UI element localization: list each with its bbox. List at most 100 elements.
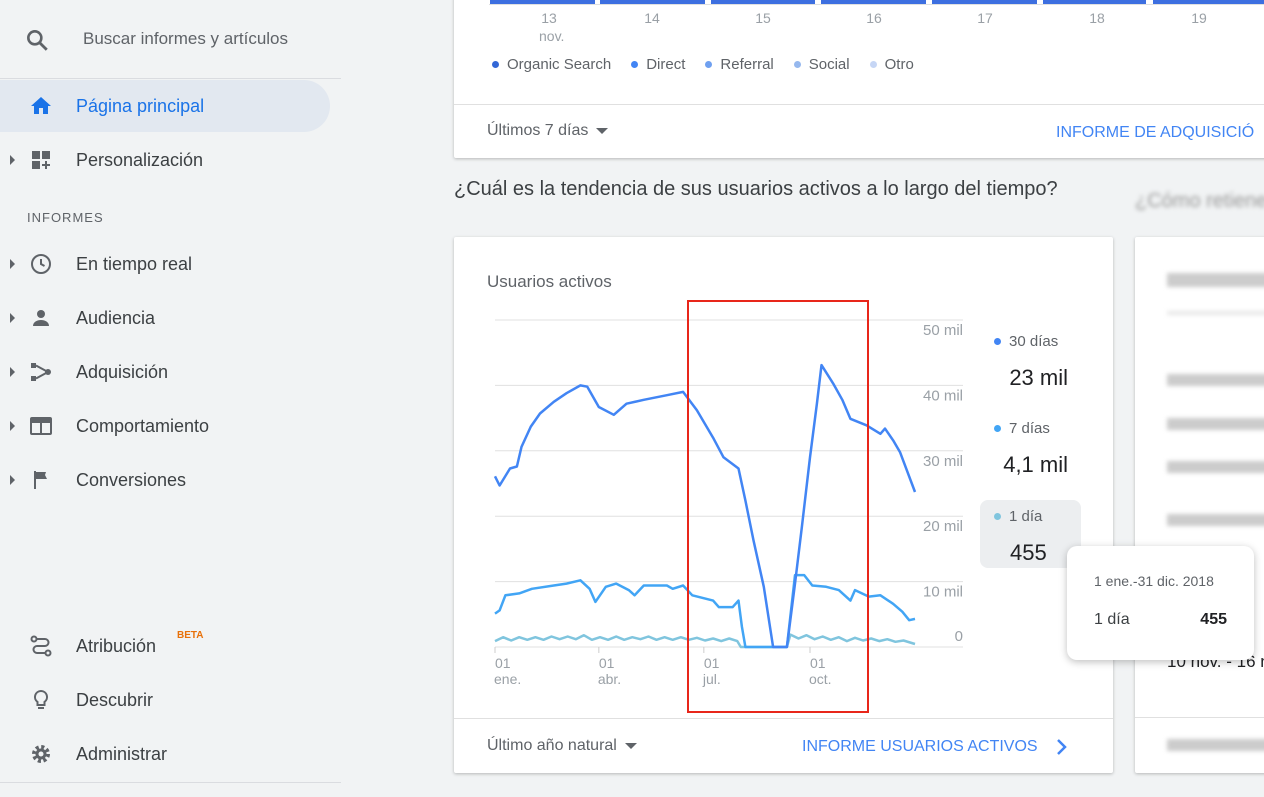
summary-30-days[interactable]: 30 días 23 mil — [980, 327, 1080, 397]
person-icon — [33, 310, 49, 326]
legend-dot — [994, 513, 1001, 520]
blurred-row — [1167, 311, 1264, 315]
legend-dot — [492, 61, 499, 68]
blurred-title — [1167, 273, 1264, 287]
chevron-right-icon — [1056, 739, 1067, 755]
date-range-label: Últimos 7 días — [487, 122, 589, 139]
highlight-rectangle — [687, 300, 869, 713]
legend-label: Social — [808, 56, 850, 73]
summary-value: 23 mil — [1009, 365, 1068, 390]
legend-dot — [869, 61, 877, 68]
sidebar-item-label: Administrar — [76, 743, 168, 764]
legend-label: Direct — [646, 56, 686, 73]
behavior-icon — [30, 417, 52, 435]
tooltip-label: 1 día — [1094, 611, 1130, 628]
y-tick-label: 10 mil — [923, 584, 963, 601]
legend-item[interactable]: Direct — [631, 56, 685, 73]
search-icon — [27, 30, 48, 51]
legend-item[interactable]: Otro — [869, 56, 914, 73]
sidebar-item-conversions[interactable]: Conversiones — [0, 454, 330, 506]
summary-value: 4,1 mil — [1003, 452, 1068, 477]
sidebar-item-behavior[interactable]: Comportamiento — [0, 400, 330, 452]
stacked-bar[interactable] — [1043, 0, 1146, 4]
expand-caret-icon — [10, 155, 15, 165]
stacked-bar[interactable] — [821, 0, 926, 4]
legend-item[interactable]: Referral — [705, 56, 774, 73]
legend-dot — [631, 61, 639, 68]
y-tick-label: 50 mil — [923, 322, 963, 339]
legend-dot — [994, 425, 1001, 432]
sidebar-item-audience[interactable]: Audiencia — [0, 292, 330, 344]
x-tick-month: ene. — [494, 671, 521, 687]
x-axis-month: nov. — [539, 28, 565, 44]
home-icon — [31, 97, 51, 114]
acquisition-icon — [31, 363, 51, 381]
date-range-dropdown[interactable]: Último año natural — [487, 737, 637, 755]
blurred-row — [1167, 374, 1264, 386]
expand-caret-icon — [10, 313, 15, 323]
blurred-row — [1167, 514, 1264, 526]
sidebar-item-attribution[interactable]: Atribución BETA — [0, 620, 330, 672]
legend-label: Otro — [884, 56, 914, 73]
dropdown-arrow-icon — [596, 128, 609, 134]
legend-label: Referral — [720, 56, 774, 73]
acquisition-card: nov. Organic Search Direct Referral Social O… — [454, 0, 1264, 158]
active-users-report-link[interactable]: INFORME USUARIOS ACTIVOS — [802, 738, 1068, 756]
sidebar-item-admin[interactable]: Administrar — [0, 728, 330, 780]
stacked-bar[interactable] — [490, 0, 595, 4]
x-tick-label: 16 — [866, 10, 882, 26]
date-range-dropdown[interactable]: Últimos 7 días — [487, 122, 609, 140]
legend-item[interactable]: Social — [793, 56, 850, 73]
sidebar-item-label: Audiencia — [76, 307, 156, 328]
gear-icon — [32, 745, 50, 763]
dashboard-plus-icon — [32, 151, 50, 169]
stacked-bar[interactable] — [600, 0, 705, 4]
legend-dot — [705, 61, 713, 68]
sidebar-item-label: En tiempo real — [76, 253, 193, 274]
beta-badge: BETA — [177, 630, 204, 641]
date-range-label: Último año natural — [487, 737, 617, 754]
legend-dot — [793, 61, 801, 68]
sidebar-item-discover[interactable]: Descubrir — [0, 674, 330, 726]
summary-label: 7 días — [1009, 420, 1050, 437]
sidebar-item-label: Descubrir — [76, 689, 154, 710]
summary-7-days[interactable]: 7 días 4,1 mil — [980, 414, 1080, 484]
lightbulb-icon — [33, 689, 49, 709]
sidebar-item-realtime[interactable]: En tiempo real — [0, 238, 330, 290]
clock-icon — [31, 254, 51, 274]
x-tick-month: abr. — [598, 671, 621, 687]
retention-card: 10 nov. - 16 n — [1135, 237, 1264, 773]
acquisition-report-link[interactable]: INFORME DE ADQUISICIÓ — [1056, 124, 1254, 142]
section-heading: ¿Cuál es la tendencia de sus usuarios ac… — [454, 178, 1058, 200]
stacked-bar[interactable] — [932, 0, 1037, 4]
x-tick-label: 14 — [644, 10, 660, 26]
search-input[interactable]: Buscar informes y artículos — [83, 29, 288, 49]
stacked-bar[interactable] — [1153, 0, 1264, 4]
tooltip-date: 1 ene.-31 dic. 2018 — [1094, 573, 1214, 589]
sidebar-item-acquisition[interactable]: Adquisición — [0, 346, 330, 398]
sidebar-item-customization[interactable]: Personalización — [0, 134, 330, 186]
section-header: INFORMES — [27, 210, 104, 225]
sidebar-item-label: Comportamiento — [76, 415, 210, 436]
search-bar[interactable]: Buscar informes y artículos — [0, 14, 341, 64]
sidebar-item-label: Página principal — [76, 95, 205, 116]
chart-tooltip: 1 ene.-31 dic. 2018 1 día 455 — [1067, 546, 1254, 660]
blurred-row — [1167, 418, 1264, 430]
sidebar-item-home[interactable]: Página principal — [0, 80, 330, 132]
report-link-label: INFORME USUARIOS ACTIVOS — [802, 738, 1038, 755]
x-tick-day: 01 — [495, 655, 511, 671]
tooltip-value: 455 — [1200, 611, 1227, 628]
expand-caret-icon — [10, 421, 15, 431]
retention-heading: ¿Cómo retiene — [1135, 190, 1264, 212]
sidebar: Buscar informes y artículos Página princ… — [0, 0, 341, 797]
summary-1-day[interactable]: 1 día 455 — [980, 500, 1081, 568]
legend-item[interactable]: Organic Search — [492, 56, 611, 73]
summary-label: 1 día — [1009, 508, 1043, 525]
x-tick-label: 15 — [755, 10, 771, 26]
expand-caret-icon — [10, 259, 15, 269]
blurred-footer — [1167, 739, 1264, 751]
y-tick-label: 20 mil — [923, 518, 963, 535]
summary-value: 455 — [1010, 540, 1047, 565]
stacked-bar[interactable] — [711, 0, 815, 4]
x-tick-label: 18 — [1089, 10, 1105, 26]
